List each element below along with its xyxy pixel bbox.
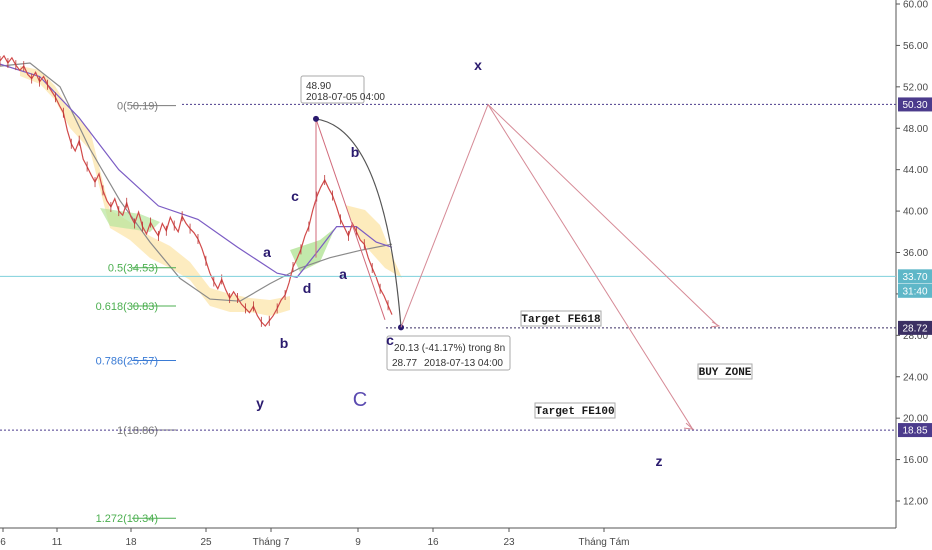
y-tick-label: 36.00 (903, 248, 928, 259)
fib-label: 0(50.19) (117, 101, 158, 113)
buy-zone-label: BUY ZONE (697, 363, 753, 380)
fib-level: 0.786(25.57) (96, 355, 176, 367)
tooltip-time: 2018-07-05 04:00 (306, 92, 385, 103)
price-chart[interactable]: 0(50.19) 0.5(34.53) 0.618(30.83) 0.786(25.5… (0, 0, 932, 550)
wave-label: b (280, 335, 289, 351)
fib-level: 0(50.19) (117, 101, 176, 113)
price-tag-label: 33.70 (902, 272, 927, 283)
fib-label: 0.5(34.53) (108, 263, 158, 275)
y-tick-label: 20.00 (903, 414, 928, 425)
y-tick-label: 12.00 (903, 497, 928, 508)
target-fe618-label: Target FE618 (520, 310, 602, 327)
fib-level: 1.272(10.34) (96, 513, 176, 525)
price-axis: 60.0056.0052.0048.0044.0040.0036.0032.00… (896, 0, 932, 508)
cloud-area-green-2 (100, 208, 160, 232)
wave-label: c (291, 188, 299, 204)
price-tag-label: 31:40 (902, 286, 927, 297)
arrow-head (683, 422, 695, 430)
y-tick-label: 24.00 (903, 372, 928, 383)
label-text: Target FE100 (535, 406, 614, 418)
label-text: BUY ZONE (699, 367, 752, 379)
projection-fe618 (487, 104, 719, 327)
x-tick-label: Tháng Tám (579, 537, 630, 548)
peak-tooltip: 48.902018-07-05 04:00 (300, 75, 385, 104)
fib-levels: 0(50.19) 0.5(34.53) 0.618(30.83) 0.786(25.5… (96, 101, 176, 525)
wave-label: x (474, 57, 482, 73)
wave-label: d (303, 280, 312, 296)
fib-level: 1(18.86) (117, 425, 176, 437)
price-tag-label: 18.85 (902, 426, 927, 437)
price-tag: 31:40 (898, 283, 932, 298)
tooltip-change: 20.13 (-41.17%) trong 8n (394, 343, 505, 354)
y-tick-label: 48.00 (903, 124, 928, 135)
price-tag-label: 28.72 (902, 323, 927, 334)
price-tag: 33.70 (898, 269, 932, 284)
y-tick-label: 56.00 (903, 41, 928, 52)
fib-label: 0.786(25.57) (96, 355, 158, 367)
price-tag: 18.85 (898, 423, 932, 438)
fib-label: 1(18.86) (117, 425, 158, 437)
x-tick-label: 6 (0, 537, 6, 548)
x-tick-label: 18 (125, 537, 137, 548)
tooltip-price: 28.77 (392, 358, 417, 369)
y-tick-label: 52.00 (903, 82, 928, 93)
price-tag: 28.72 (898, 320, 932, 335)
y-tick-label: 60.00 (903, 0, 928, 11)
target-fe100-label: Target FE100 (534, 402, 616, 419)
wave-label: c (386, 332, 394, 348)
projection-fe100 (487, 104, 693, 429)
fib-level: 0.618(30.83) (96, 301, 176, 313)
x-tick-label: 9 (355, 537, 361, 548)
wave-label: a (339, 266, 347, 282)
trough-tooltip: 20.13 (-41.17%) trong 8n 28.77 2018-07-13 … (386, 335, 511, 371)
wave-label-big-c: C (353, 389, 367, 411)
time-axis: 6 11 18 25 Tháng 7 9 16 23 Tháng Tám (0, 528, 629, 548)
y-tick-label: 44.00 (903, 165, 928, 176)
price-tag: 50.30 (898, 97, 932, 112)
projection-up (400, 104, 489, 328)
tooltip-price: 48.90 (306, 81, 331, 92)
wave-label: y (256, 395, 264, 411)
wave-label: z (656, 453, 663, 469)
x-tick-label: 11 (52, 537, 63, 548)
wave-label: a (263, 244, 271, 260)
y-tick-label: 40.00 (903, 207, 928, 218)
x-tick-label: Tháng 7 (253, 537, 290, 548)
label-text: Target FE618 (521, 314, 601, 326)
x-tick-label: 16 (427, 537, 439, 548)
tooltip-time: 2018-07-13 04:00 (424, 358, 503, 369)
wave-labels: 48.902018-07-05 04:00 20.13 (-41.17%) tro… (256, 57, 753, 469)
price-tag-label: 50.30 (902, 100, 927, 111)
x-tick-label: 25 (200, 537, 212, 548)
peak-point (313, 115, 319, 122)
fib-label: 0.618(30.83) (96, 301, 158, 313)
cloud-area-green (290, 228, 335, 272)
wave-label: b (351, 144, 360, 160)
x-tick-label: 23 (503, 537, 515, 548)
fib-label: 1.272(10.34) (96, 513, 158, 525)
y-tick-label: 16.00 (903, 455, 928, 466)
cloud-area-orange-2 (345, 205, 402, 278)
